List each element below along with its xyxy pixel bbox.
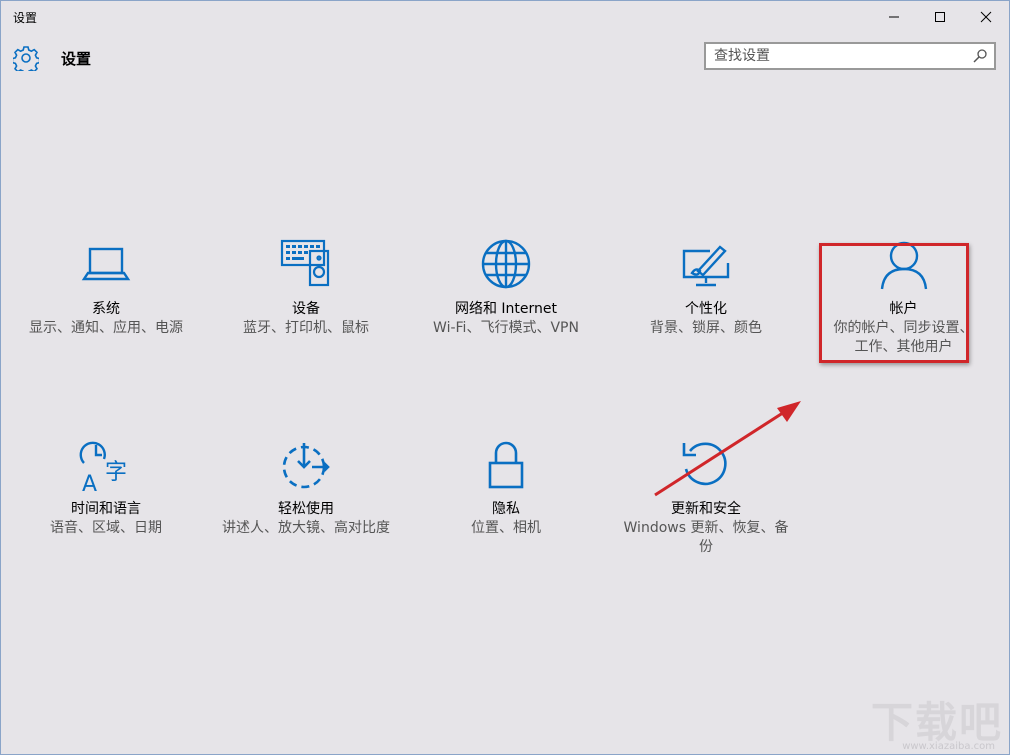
tile-name: 个性化	[685, 301, 727, 317]
tile-devices[interactable]: 设备 蓝牙、打印机、鼠标	[216, 239, 396, 338]
minimize-icon	[889, 16, 899, 18]
tile-description: 显示、通知、应用、电源	[29, 320, 183, 336]
search-input[interactable]	[706, 44, 972, 68]
tile-description: 背景、锁屏、颜色	[650, 320, 762, 336]
title-bar[interactable]: 设置	[1, 1, 1009, 33]
tile-name: 轻松使用	[278, 501, 334, 517]
tile-time-language[interactable]: A 字 时间和语言 语音、区域、日期	[16, 439, 196, 538]
maximize-button[interactable]	[917, 1, 963, 33]
tile-system[interactable]: 系统 显示、通知、应用、电源	[16, 239, 196, 338]
annotation-arrow	[654, 401, 801, 497]
minimize-button[interactable]	[871, 1, 917, 33]
ease-of-access-icon	[282, 443, 330, 489]
devices-icon	[280, 239, 330, 287]
tile-name: 网络和 Internet	[454, 301, 558, 317]
page-header: 设置	[13, 43, 91, 73]
maximize-icon	[935, 12, 945, 22]
lock-icon	[488, 441, 524, 489]
gear-icon	[13, 46, 39, 71]
highlight-box	[819, 243, 969, 363]
settings-window: 设置 设置 查找设置 系统 显示、通知、应用、电源 设备 蓝牙、打印机、鼠标 网…	[0, 0, 1010, 755]
time-language-icon: A 字	[79, 441, 127, 495]
page-title: 设置	[61, 49, 92, 68]
tile-description: 讲述人、放大镜、高对比度	[222, 520, 390, 536]
paintbrush-icon	[682, 245, 730, 287]
tile-description: 语音、区域、日期	[50, 520, 162, 536]
svg-text:字: 字	[105, 460, 127, 485]
laptop-icon	[81, 247, 131, 281]
tile-personalization[interactable]: 个性化 背景、锁屏、颜色	[616, 239, 796, 338]
close-button[interactable]	[963, 1, 1009, 33]
tile-privacy[interactable]: 隐私 位置、相机	[416, 439, 596, 538]
window-title: 设置	[13, 11, 38, 25]
tile-network[interactable]: 网络和 Internet Wi-Fi、飞行模式、VPN	[416, 239, 596, 338]
tile-name: 隐私	[492, 501, 520, 517]
globe-icon	[481, 239, 531, 289]
close-icon	[980, 11, 992, 23]
tile-name: 设备	[292, 301, 320, 317]
search-icon[interactable]	[972, 48, 988, 64]
tile-description: Wi-Fi、飞行模式、VPN	[433, 320, 579, 336]
tile-description: Windows 更新、恢复、备份	[623, 520, 789, 555]
tile-name: 系统	[92, 301, 120, 317]
tile-name: 时间和语言	[71, 501, 141, 517]
tile-description: 位置、相机	[471, 520, 541, 536]
tile-description: 蓝牙、打印机、鼠标	[243, 320, 369, 336]
watermark-url: www.xiazaiba.com	[902, 741, 995, 752]
svg-text:A: A	[82, 472, 97, 495]
tile-ease-of-access[interactable]: 轻松使用 讲述人、放大镜、高对比度	[216, 439, 396, 538]
search-box[interactable]	[704, 42, 996, 70]
tile-name: 更新和安全	[671, 501, 741, 517]
